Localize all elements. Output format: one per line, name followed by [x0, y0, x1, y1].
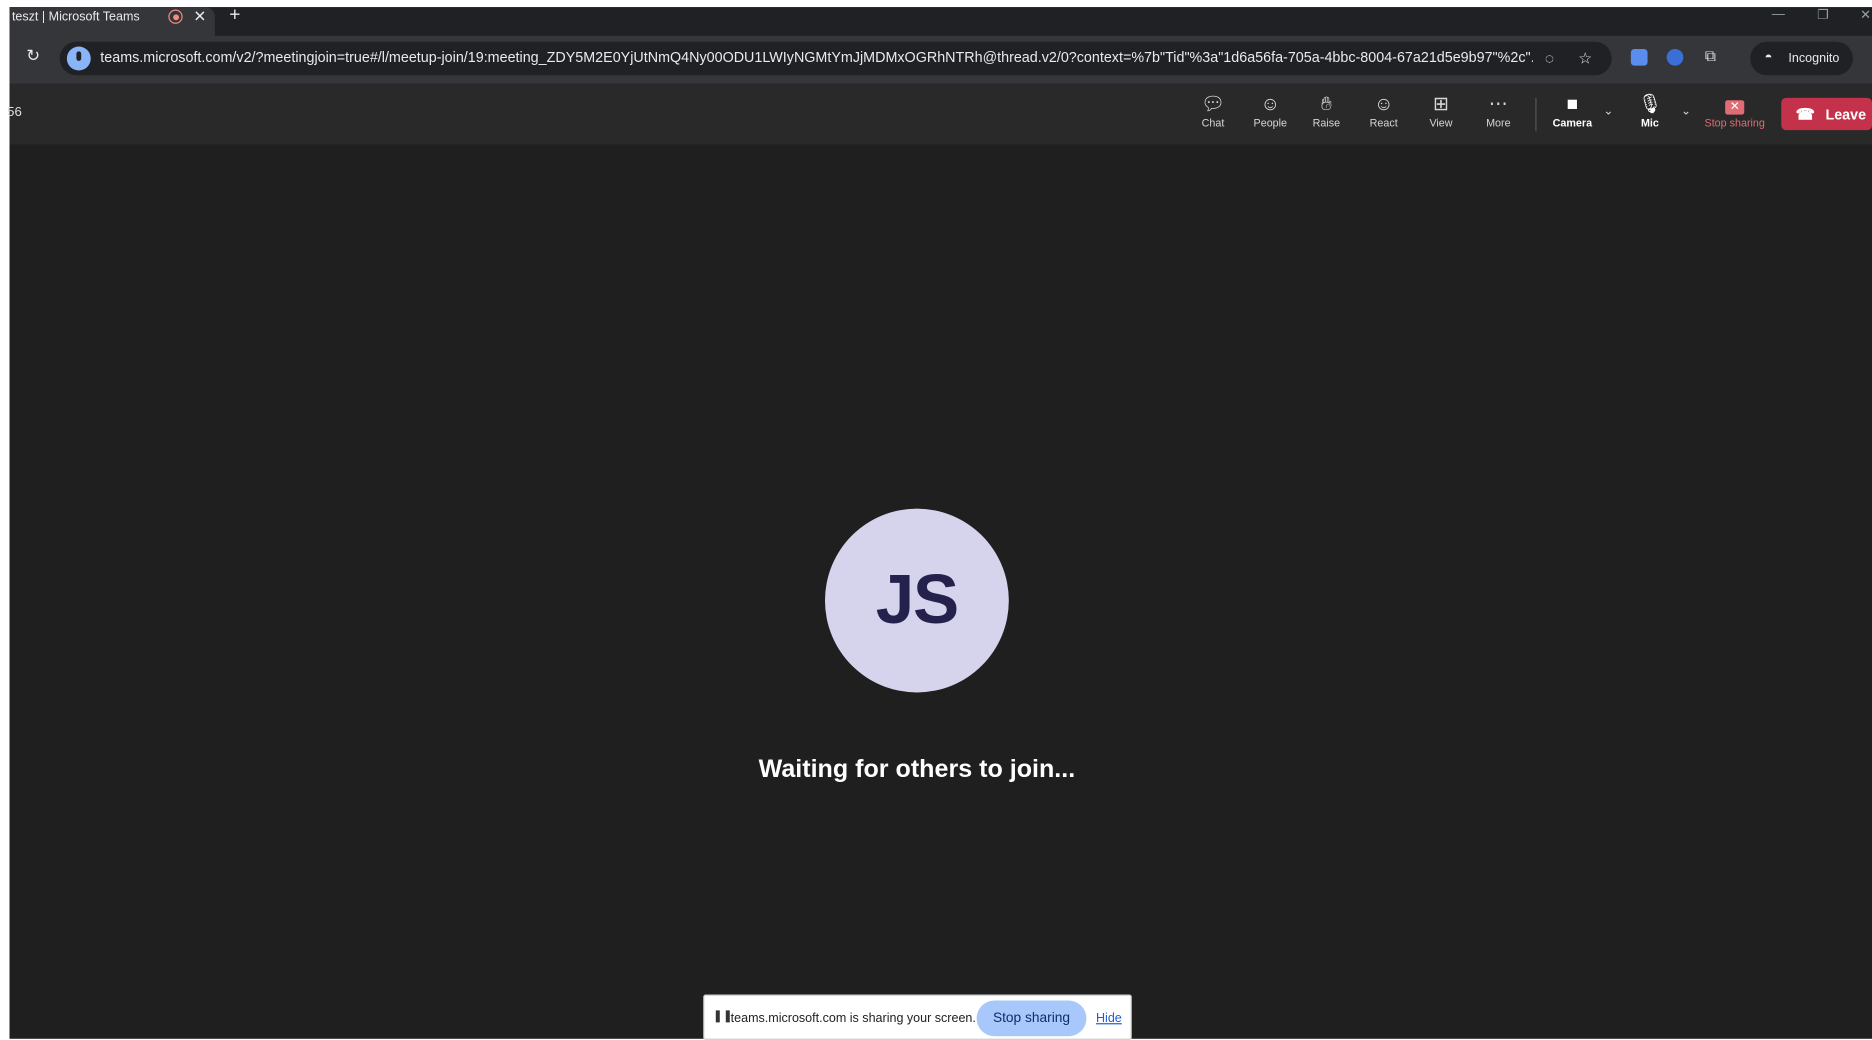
banner-stop-sharing-button[interactable]: Stop sharing	[976, 1000, 1087, 1037]
chat-button[interactable]: 💬︎ Chat	[1187, 93, 1240, 138]
camera-off-icon: ■	[1566, 94, 1579, 115]
new-tab-button[interactable]: +	[229, 5, 240, 26]
raise-label: Raise	[1312, 117, 1341, 129]
browser-toolbar: ↻ teams.microsoft.com/v2/?meetingjoin=tr…	[9, 35, 1872, 84]
mic-label: Mic	[1640, 117, 1659, 129]
chat-label: Chat	[1201, 117, 1225, 129]
extension-download-icon[interactable]	[1630, 48, 1648, 66]
people-label: People	[1253, 117, 1288, 129]
stop-sharing-label: Stop sharing	[1704, 117, 1765, 129]
tab-title: teszt | Microsoft Teams	[11, 9, 140, 24]
meeting-timer: 56	[7, 105, 22, 120]
recording-icon	[168, 9, 183, 24]
camera-label: Camera	[1552, 117, 1593, 129]
avatar-initials: JS	[875, 561, 960, 639]
incognito-label: Incognito	[1788, 51, 1840, 66]
incognito-badge[interactable]: ◓ Incognito	[1750, 41, 1853, 76]
react-label: React	[1369, 117, 1398, 129]
puzzle-icon[interactable]: ⧉	[1705, 47, 1716, 66]
hand-icon: ✋︎	[1320, 94, 1332, 115]
smiley-icon: ☺	[1373, 94, 1394, 115]
camera-options-chevron-icon[interactable]: ⌄	[1603, 105, 1613, 118]
url-text[interactable]: teams.microsoft.com/v2/?meetingjoin=true…	[100, 49, 1533, 66]
avatar: JS	[824, 508, 1009, 693]
incognito-icon: ◓	[1764, 50, 1773, 65]
more-label: More	[1486, 117, 1511, 129]
toolbar-divider	[1535, 97, 1537, 132]
leave-label: Leave	[1825, 106, 1867, 123]
browser-window: teszt | Microsoft Teams ✕ + — ❐ ✕ ↻ team…	[7, 5, 1872, 1040]
people-icon: ☺︎	[1260, 94, 1281, 115]
extension-icon[interactable]	[1666, 48, 1684, 66]
reload-icon[interactable]: ↻	[26, 45, 40, 65]
view-label: View	[1429, 117, 1453, 129]
hide-banner-link[interactable]: Hide	[1096, 1011, 1122, 1025]
tab-teams[interactable]: teszt | Microsoft Teams ✕	[9, 7, 215, 36]
react-button[interactable]: ☺ React	[1357, 93, 1410, 138]
camera-button[interactable]: ■ Camera	[1546, 93, 1599, 138]
eye-off-icon[interactable]: ◌	[1545, 49, 1554, 67]
menu-icon[interactable]: ⋮	[1866, 47, 1872, 66]
screen-share-banner: ❚❚ teams.microsoft.com is sharing your s…	[703, 994, 1132, 1040]
raise-hand-button[interactable]: ✋︎ Raise	[1300, 93, 1353, 138]
view-button[interactable]: ⊞ View	[1415, 93, 1468, 138]
bookmark-star-icon[interactable]: ☆	[1578, 49, 1592, 68]
mic-options-chevron-icon[interactable]: ⌄	[1681, 105, 1691, 118]
close-window-icon[interactable]: ✕	[1860, 7, 1871, 22]
chat-icon: 💬︎	[1200, 94, 1226, 115]
more-button[interactable]: ⋯ More	[1472, 93, 1525, 138]
waiting-message: Waiting for others to join...	[758, 755, 1076, 784]
tab-strip: teszt | Microsoft Teams ✕ + — ❐ ✕	[9, 5, 1872, 36]
share-banner-text: teams.microsoft.com is sharing your scre…	[730, 1011, 976, 1026]
ellipsis-icon: ⋯	[1488, 94, 1508, 115]
mic-icon: 🎙︎	[1637, 94, 1663, 115]
stop-share-icon: ✕	[1700, 93, 1769, 117]
meeting-header: 56 💬︎ Chat ☺︎ People ✋︎ Raise ☺ React ⊞ …	[7, 83, 1872, 145]
hangup-icon: ☎	[1795, 105, 1815, 123]
meeting-stage: JS Waiting for others to join... ❚❚ team…	[9, 144, 1872, 1040]
leave-button[interactable]: ☎ Leave	[1781, 97, 1872, 131]
minimize-icon[interactable]: —	[1772, 7, 1785, 21]
tab-close-icon[interactable]: ✕	[193, 7, 206, 26]
restore-icon[interactable]: ❐	[1817, 7, 1829, 22]
grid-icon: ⊞	[1433, 94, 1450, 115]
people-button[interactable]: ☺︎ People	[1244, 93, 1297, 138]
mic-site-icon[interactable]	[66, 46, 91, 71]
stop-sharing-button[interactable]: ✕ Stop sharing	[1700, 93, 1769, 138]
address-bar[interactable]: teams.microsoft.com/v2/?meetingjoin=true…	[59, 41, 1612, 76]
mic-button[interactable]: 🎙︎ Mic	[1624, 93, 1677, 138]
